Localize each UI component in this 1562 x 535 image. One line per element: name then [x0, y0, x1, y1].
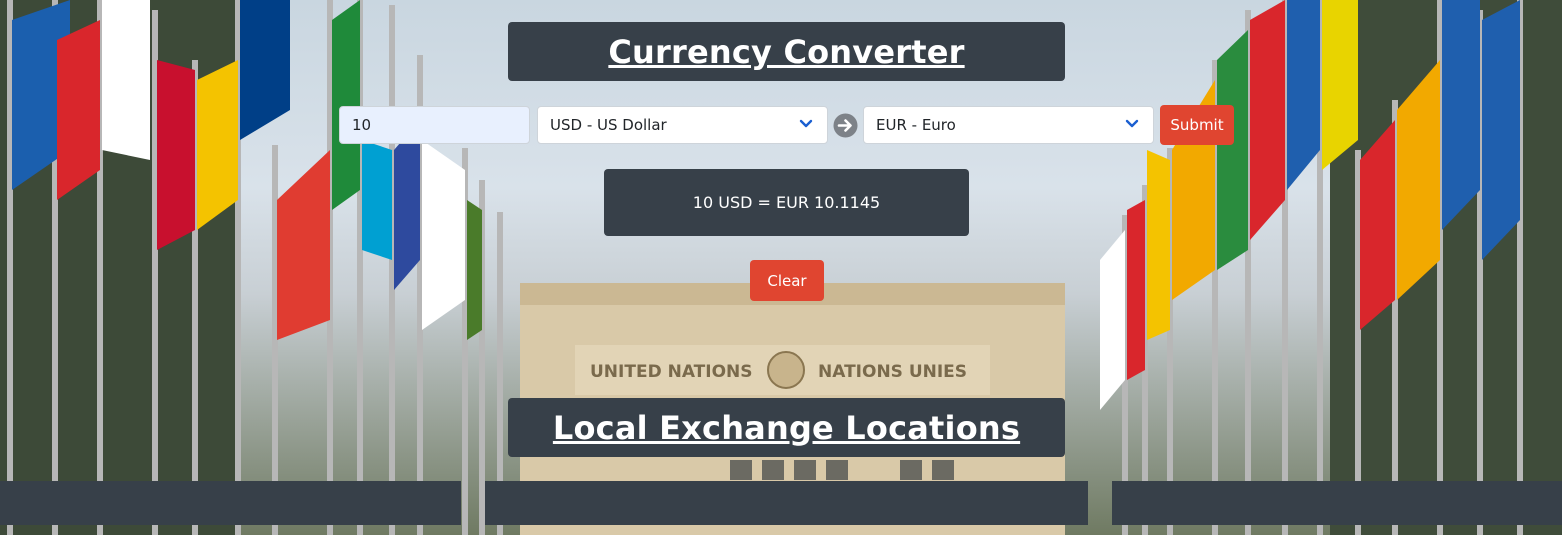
submit-button[interactable]: Submit: [1160, 105, 1234, 145]
from-currency-select[interactable]: USD - US Dollar: [537, 106, 828, 144]
clear-button[interactable]: Clear: [750, 260, 824, 301]
location-card: [0, 481, 461, 525]
to-currency-select[interactable]: EUR - Euro: [863, 106, 1154, 144]
conversion-result: 10 USD = EUR 10.1145: [604, 169, 969, 236]
location-card: [1112, 481, 1562, 525]
converter-title: Currency Converter: [608, 32, 965, 71]
building-sign: UNITED NATIONS: [590, 362, 753, 382]
arrow-right-circle-icon: [833, 113, 858, 138]
building-sign-fr: NATIONS UNIES: [818, 362, 967, 382]
to-currency-value: EUR - Euro: [876, 116, 956, 134]
chevron-down-icon: [799, 119, 813, 128]
locations-title: Local Exchange Locations: [552, 408, 1021, 447]
from-currency-value: USD - US Dollar: [550, 116, 667, 134]
location-card: [485, 481, 1088, 525]
amount-input[interactable]: [339, 106, 530, 144]
converter-title-box: Currency Converter: [508, 22, 1065, 81]
un-emblem-icon: [767, 351, 805, 389]
locations-title-box: Local Exchange Locations: [508, 398, 1065, 457]
chevron-down-icon: [1125, 119, 1139, 128]
conversion-result-text: 10 USD = EUR 10.1145: [692, 193, 881, 212]
